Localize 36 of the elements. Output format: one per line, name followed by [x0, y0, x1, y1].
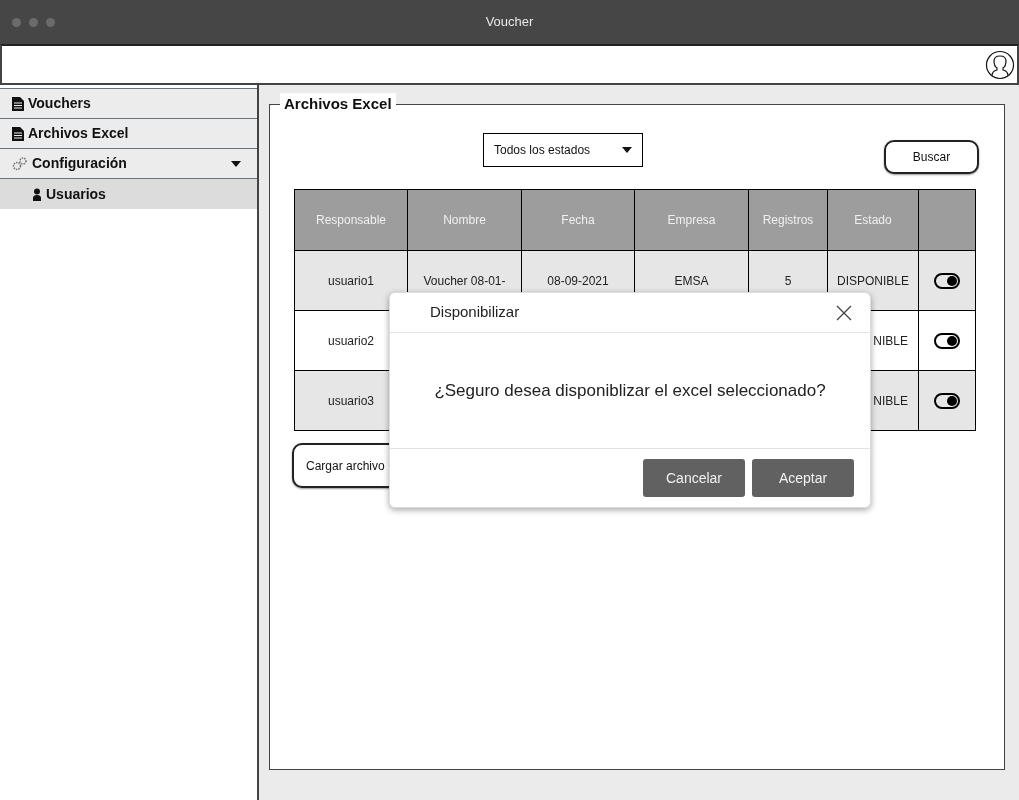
user-icon — [32, 187, 42, 201]
toggle-switch[interactable] — [934, 392, 960, 409]
toggle-switch[interactable] — [934, 272, 960, 289]
sidebar-item[interactable]: Archivos Excel — [0, 119, 257, 149]
search-button[interactable]: Buscar — [884, 140, 979, 174]
gears-icon — [12, 156, 28, 171]
dialog-button[interactable]: Aceptar — [752, 459, 854, 497]
dialog-title: Disponibilizar — [430, 302, 520, 323]
sidebar-item[interactable]: Configuración — [0, 149, 257, 179]
table-cell-text: usuario1 — [328, 272, 374, 290]
dialog-message: ¿Seguro desea disponiblizar el excel seleccionado? — [434, 379, 826, 402]
table-cell-text: Voucher 08-01- — [423, 272, 506, 290]
sidebar-item-label: Configuración — [32, 154, 127, 173]
sidebar-item[interactable]: Usuarios — [0, 179, 257, 209]
table-cell-text: DISPONIBLE — [837, 272, 909, 290]
table-cell-text: 5 — [784, 272, 792, 290]
table-cell-text: NIBLE — [873, 332, 908, 350]
caret-down-icon — [231, 160, 241, 167]
table-cell-text: usuario3 — [328, 392, 374, 410]
table-cell-text: usuario2 — [328, 332, 374, 350]
document-icon — [12, 96, 24, 111]
toggle-switch[interactable] — [934, 332, 960, 349]
table-cell-text: 08-09-2021 — [547, 272, 609, 290]
status-dropdown[interactable]: Todos los estados — [483, 133, 643, 167]
sidebar-item[interactable]: Vouchers — [0, 89, 257, 119]
document-icon — [12, 126, 24, 141]
close-icon[interactable] — [836, 304, 852, 321]
user-avatar-icon[interactable] — [985, 49, 1015, 80]
window-title: Voucher — [485, 13, 534, 32]
table-cell-text: EMSA — [674, 272, 709, 290]
sidebar-item-label: Usuarios — [46, 184, 106, 204]
dialog-button[interactable]: Cancelar — [643, 459, 745, 497]
caret-down-icon — [622, 147, 632, 153]
sidebar-item-label: Archivos Excel — [28, 124, 129, 143]
table-cell-text: NIBLE — [873, 392, 908, 410]
sidebar-item-label: Vouchers — [28, 94, 91, 113]
